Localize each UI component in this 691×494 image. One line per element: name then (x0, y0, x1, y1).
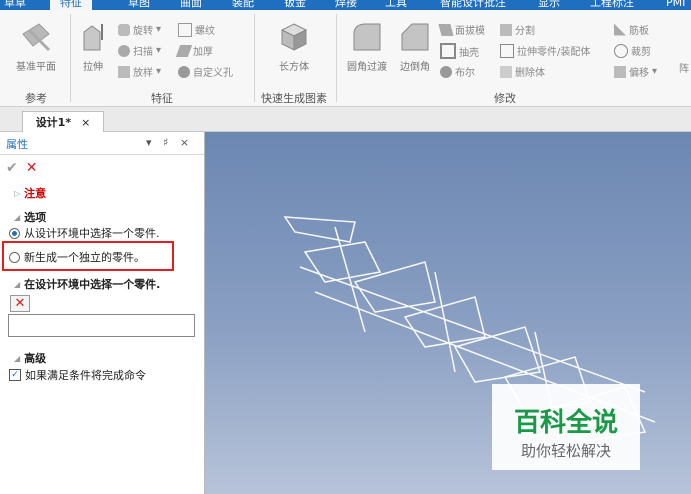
custom-hole-button[interactable]: 自定义孔 (178, 64, 233, 79)
expand-arrow-icon: ▷ (14, 188, 21, 198)
highlight-box (2, 241, 174, 271)
radio-icon[interactable] (9, 227, 20, 239)
tab-sketch[interactable]: 草图 (128, 0, 150, 10)
collapse-arrow-icon: ◢ (14, 353, 21, 363)
tab-smart-annotation[interactable]: 智能设计批注 (440, 0, 506, 10)
note-section[interactable]: ▷ 注意 (14, 185, 46, 201)
ribbon: 基准平面 参考 拉伸 旋转 ▾ 扫描 ▾ 放样 ▾ 螺纹 加厚 自定义孔 特征 长方体… (0, 10, 691, 107)
ok-icon[interactable]: ✔ (6, 160, 18, 176)
group-quick-gen: 快速生成图素 (261, 92, 327, 105)
rib-button[interactable]: 筋板 (614, 22, 649, 37)
offset-icon (614, 65, 626, 78)
extrude-part-icon (500, 43, 514, 58)
trim-button[interactable]: 裁剪 (614, 43, 651, 58)
thread-button[interactable]: 螺纹 (178, 22, 215, 37)
tab-eng-annotation[interactable]: 工程标注 (590, 0, 634, 10)
box-icon (280, 23, 308, 51)
checkbox-icon[interactable]: ✓ (9, 369, 21, 381)
trim-icon (614, 43, 628, 58)
watermark-title: 百科全说 (513, 408, 618, 438)
sweep-icon (118, 44, 130, 57)
shell-button[interactable]: 抽壳 (440, 43, 479, 59)
divider (70, 14, 71, 102)
close-icon[interactable]: × (81, 116, 90, 129)
extrude-button[interactable]: 拉伸 (74, 20, 112, 73)
loft-button[interactable]: 放样 ▾ (118, 64, 161, 79)
shell-icon (440, 43, 456, 59)
tab-0[interactable]: 草草 (4, 0, 26, 10)
tab-display[interactable]: 显示 (538, 0, 560, 10)
advanced-section[interactable]: ◢ 高级 (14, 350, 46, 366)
select-part-section[interactable]: ◢ 在设计环境中选择一个零件. (14, 276, 160, 292)
divider (254, 14, 255, 102)
ribbon-tab-bar: 草草 特征 草图 曲面 装配 钣金 焊接 工具 智能设计批注 显示 工程标注 P… (0, 0, 691, 10)
boolean-icon (440, 65, 452, 78)
plane-icon (22, 23, 51, 52)
fillet-button[interactable]: 圆角过渡 (342, 20, 392, 73)
chamfer-icon (401, 23, 429, 51)
panel-controls[interactable]: ▾ ♯ × (146, 136, 193, 149)
clear-selection-button[interactable]: ✕ (10, 295, 30, 312)
draft-button[interactable]: 面拔模 (438, 22, 485, 37)
collapse-arrow-icon: ◢ (14, 212, 21, 222)
complete-command-option[interactable]: ✓ 如果满足条件将完成命令 (9, 367, 146, 383)
group-feature: 特征 (151, 92, 173, 105)
delete-body-icon (500, 65, 512, 78)
array-button[interactable]: 阵 (679, 60, 689, 75)
split-button[interactable]: 分割 (500, 22, 535, 37)
thicken-icon (175, 44, 193, 57)
extrude-icon (83, 24, 103, 51)
thicken-button[interactable]: 加厚 (175, 43, 213, 58)
cancel-icon[interactable]: ✕ (26, 160, 38, 176)
panel-header: 属性 ▾ ♯ × (0, 132, 204, 155)
sweep-button[interactable]: 扫描 ▾ (118, 43, 161, 58)
chamfer-button[interactable]: 边倒角 (394, 20, 436, 73)
tab-sheetmetal[interactable]: 钣金 (284, 0, 306, 10)
watermark: 百科全说 助你轻松解决 (492, 384, 640, 470)
options-section[interactable]: ◢ 选项 (14, 209, 46, 225)
draft-icon (438, 23, 454, 36)
extrude-to-part-button[interactable]: 拉伸零件/装配体 (500, 43, 590, 58)
document-tab-bar: 设计1* × (0, 107, 691, 132)
collapse-arrow-icon: ◢ (14, 279, 21, 289)
split-icon (500, 23, 512, 36)
offset-button[interactable]: 偏移 ▾ (614, 64, 657, 79)
boolean-button[interactable]: 布尔 (440, 64, 475, 79)
document-tab[interactable]: 设计1* × (22, 111, 104, 132)
tab-tools[interactable]: 工具 (385, 0, 407, 10)
selection-input[interactable] (8, 314, 195, 337)
property-panel: 属性 ▾ ♯ × ✔ ✕ ▷ 注意 ◢ 选项 从设计环境中选择一个零件. 新生成… (0, 132, 205, 494)
rib-icon (614, 23, 626, 36)
delete-body-button[interactable]: 删除体 (500, 64, 545, 79)
option-select-existing[interactable]: 从设计环境中选择一个零件. (9, 225, 160, 241)
hole-icon (178, 65, 190, 78)
tab-surface[interactable]: 曲面 (180, 0, 202, 10)
thread-icon (178, 22, 192, 37)
group-reference: 参考 (25, 92, 47, 105)
revolve-icon (118, 23, 130, 36)
tab-weld[interactable]: 焊接 (335, 0, 357, 10)
ref-plane-button[interactable]: 基准平面 (6, 20, 66, 73)
x-icon: ✕ (14, 296, 26, 311)
revolve-button[interactable]: 旋转 ▾ (118, 22, 161, 37)
watermark-subtitle: 助你轻松解决 (520, 442, 611, 460)
divider (336, 14, 337, 102)
fillet-icon (353, 23, 381, 51)
group-modify: 修改 (494, 92, 516, 105)
tab-assembly[interactable]: 装配 (232, 0, 254, 10)
box-button[interactable]: 长方体 (258, 20, 330, 73)
panel-title: 属性 (6, 138, 28, 151)
tab-feature[interactable]: 特征 (50, 0, 92, 10)
loft-icon (118, 65, 130, 78)
tab-pmi[interactable]: PMI (666, 0, 685, 10)
